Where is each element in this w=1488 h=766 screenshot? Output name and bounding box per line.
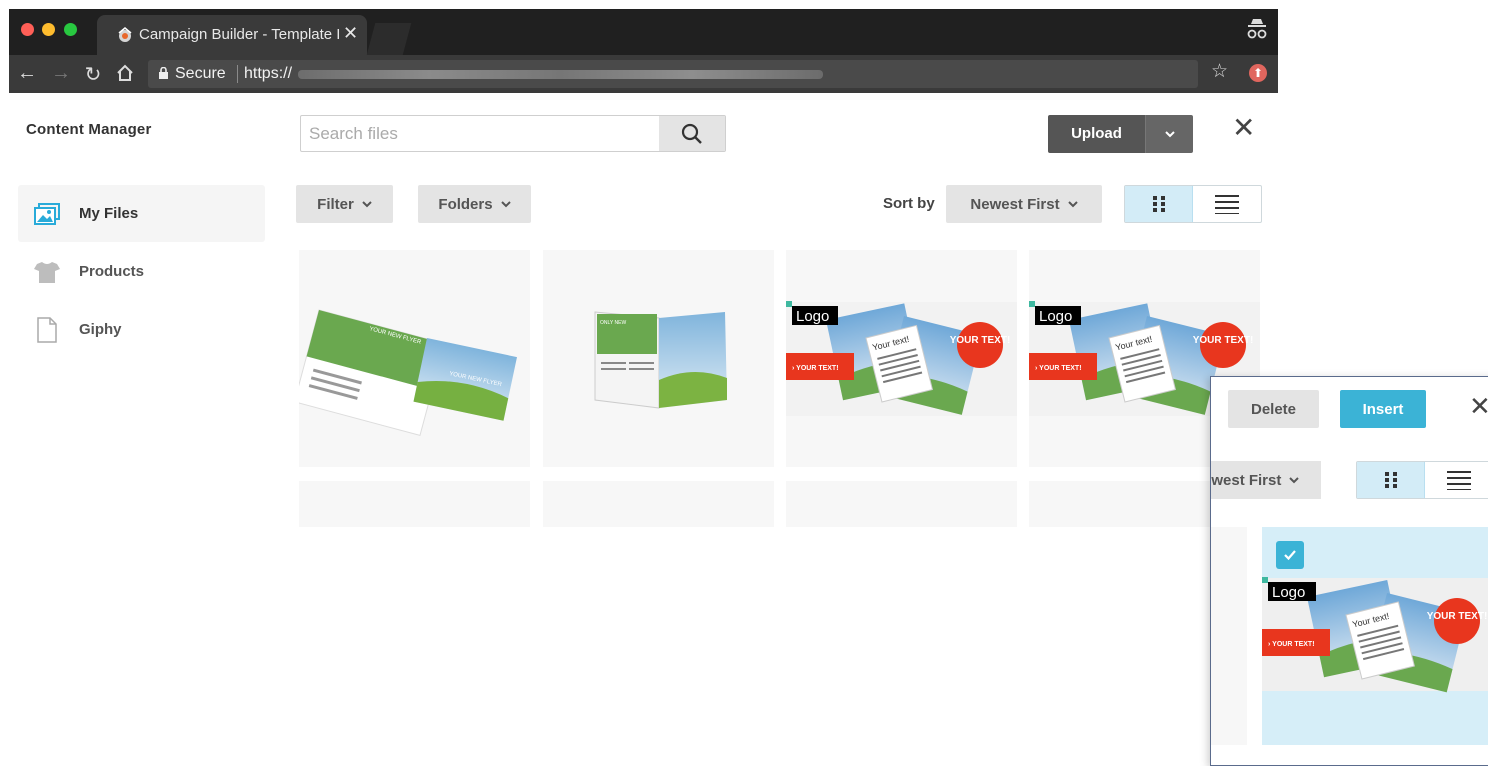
close-icon[interactable]: ✕ [1469,391,1488,422]
brochure-thumbnail: ONLY NEW [594,311,727,409]
chevron-down-icon [1164,131,1175,138]
chevron-down-icon [500,200,511,207]
selected-file-tile[interactable]: Your text! Logo › YOUR TEXT! YOUR TEXT! [1262,527,1488,745]
delete-button[interactable]: Delete [1228,390,1319,428]
back-arrow-icon[interactable]: ← [15,62,39,85]
list-view-button[interactable] [1425,462,1488,498]
file-tile-placeholder[interactable] [786,481,1017,527]
browser-window: Campaign Builder - Template E ✕ ← → ↻ Se… [9,9,1278,93]
sort-value: Newest First [970,195,1060,213]
minimize-window-button[interactable] [42,23,55,36]
upload-button[interactable]: Upload [1048,115,1145,153]
logo-text: Logo [1272,584,1305,601]
selected-checkbox[interactable] [1276,541,1304,569]
file-tile-flyer[interactable]: YOUR NEW FLYER YOUR NEW FLYER [293,250,530,467]
folders-label: Folders [438,195,493,213]
forward-arrow-icon[interactable]: → [49,62,73,85]
file-tile-placeholder[interactable] [299,481,530,527]
upload-options-button[interactable] [1145,115,1193,153]
extension-icon[interactable]: ⬆ [1249,64,1267,82]
filter-label: Filter [317,195,354,213]
tshirt-icon [32,257,62,287]
address-bar: ← → ↻ Secure https:// ☆ ⬆ [9,55,1278,93]
app-title: Content Manager [26,121,152,138]
search-box [300,115,726,152]
close-icon[interactable]: ✕ [1232,113,1255,143]
ribbon-text: › YOUR TEXT! [1268,641,1315,648]
file-tile-brochure[interactable]: ONLY NEW [543,250,774,467]
grid-icon [1152,196,1165,212]
logo-text: Logo [1039,308,1072,325]
lock-icon [159,67,168,79]
incognito-icon [1247,19,1267,39]
chevron-down-icon [362,200,372,207]
bookmark-star-icon[interactable]: ☆ [1211,60,1228,83]
sidebar-item-products[interactable]: Products [18,243,265,300]
search-input[interactable] [301,116,659,151]
view-toggle [1124,185,1262,223]
file-icon [32,315,62,345]
sort-value: ewest First [1211,471,1282,489]
chevron-down-icon [1067,200,1078,207]
sort-select[interactable]: ewest First [1211,461,1321,499]
file-tile-placeholder[interactable] [1211,527,1247,745]
flyer-thumbnail: YOUR NEW FLYER YOUR NEW FLYER [293,309,517,437]
sort-by-label: Sort by [883,195,935,212]
sidebar-item-label: Giphy [79,321,122,338]
list-icon [1215,195,1239,214]
sidebar-item-label: Products [79,263,145,280]
file-tile-template-1[interactable]: Your text! Logo › YOUR TEXT! YOUR TEXT! [786,250,1017,467]
sidebar-item-label: My Files [79,205,139,222]
sidebar-item-giphy[interactable]: Giphy [18,301,265,358]
url-prefix: https:// [244,65,293,82]
view-toggle [1356,461,1488,499]
favicon-icon [118,27,132,42]
tab-bar: Campaign Builder - Template E ✕ [9,9,1278,55]
tab-close-icon[interactable]: ✕ [343,23,358,44]
badge-text: YOUR TEXT! [1427,611,1488,622]
browser-tab[interactable]: Campaign Builder - Template E ✕ [97,15,367,55]
url-field[interactable]: Secure https:// [148,60,1198,88]
check-icon [1284,550,1296,561]
new-tab-button[interactable] [366,23,412,55]
insert-button[interactable]: Insert [1340,390,1426,428]
grid-icon [1384,472,1397,488]
selection-zoom-panel: Delete Insert ✕ ewest First [1210,376,1488,766]
secure-label: Secure [175,65,226,82]
ribbon-text: › YOUR TEXT! [1035,365,1082,372]
folders-button[interactable]: Folders [418,185,531,223]
home-icon[interactable] [115,63,135,83]
reload-icon[interactable]: ↻ [81,62,105,87]
brochure-heading: ONLY NEW [600,320,626,326]
sidebar-item-my-files[interactable]: My Files [18,185,265,242]
url-separator [237,65,238,83]
tab-title: Campaign Builder - Template E [139,26,339,43]
grid-view-button[interactable] [1357,462,1425,498]
ribbon-text: › YOUR TEXT! [792,365,839,372]
grid-view-button[interactable] [1125,186,1193,222]
search-icon [681,123,702,144]
list-view-button[interactable] [1193,186,1261,222]
badge-text: YOUR TEXT! [1193,335,1254,346]
file-tile-placeholder[interactable] [543,481,774,527]
url-redacted [298,70,823,79]
maximize-window-button[interactable] [64,23,77,36]
chevron-down-icon [1289,476,1300,483]
logo-text: Logo [796,308,829,325]
list-icon [1447,471,1471,490]
search-button[interactable] [659,116,725,151]
badge-text: YOUR TEXT! [950,335,1011,346]
images-icon [32,199,62,229]
close-window-button[interactable] [21,23,34,36]
sort-select[interactable]: Newest First [946,185,1102,223]
template-thumbnail: Your text! Logo › YOUR TEXT! YOUR TEXT! [786,301,1017,416]
filter-button[interactable]: Filter [296,185,393,223]
